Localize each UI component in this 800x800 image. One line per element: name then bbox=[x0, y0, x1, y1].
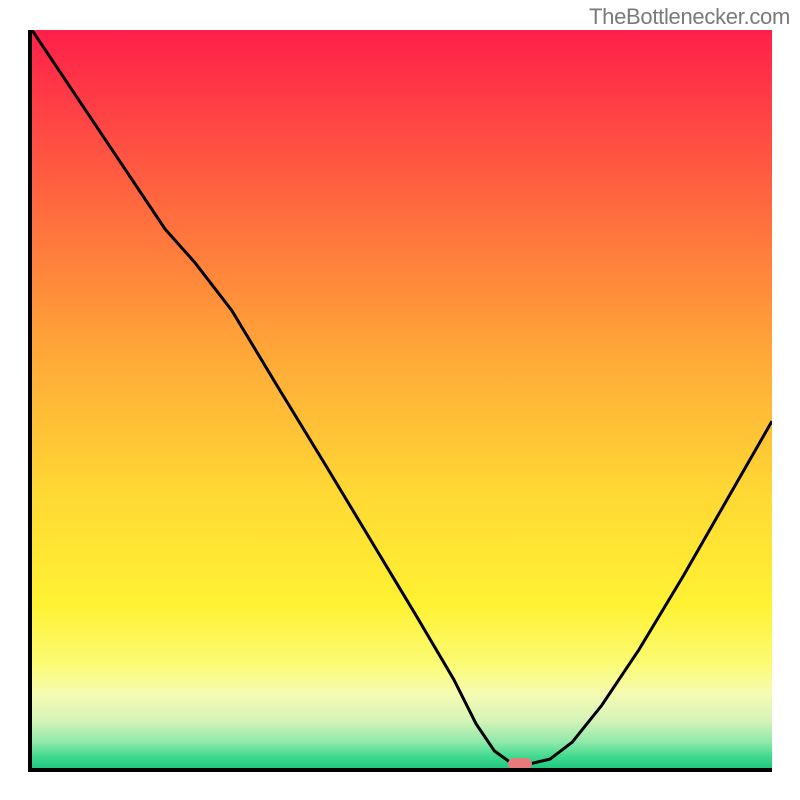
bottleneck-curve bbox=[32, 30, 772, 768]
curve-path bbox=[32, 30, 772, 764]
attribution-label: TheBottlenecker.com bbox=[589, 4, 790, 30]
plot-area bbox=[28, 30, 772, 772]
chart-container: TheBottlenecker.com bbox=[0, 0, 800, 800]
optimal-marker bbox=[508, 758, 532, 770]
